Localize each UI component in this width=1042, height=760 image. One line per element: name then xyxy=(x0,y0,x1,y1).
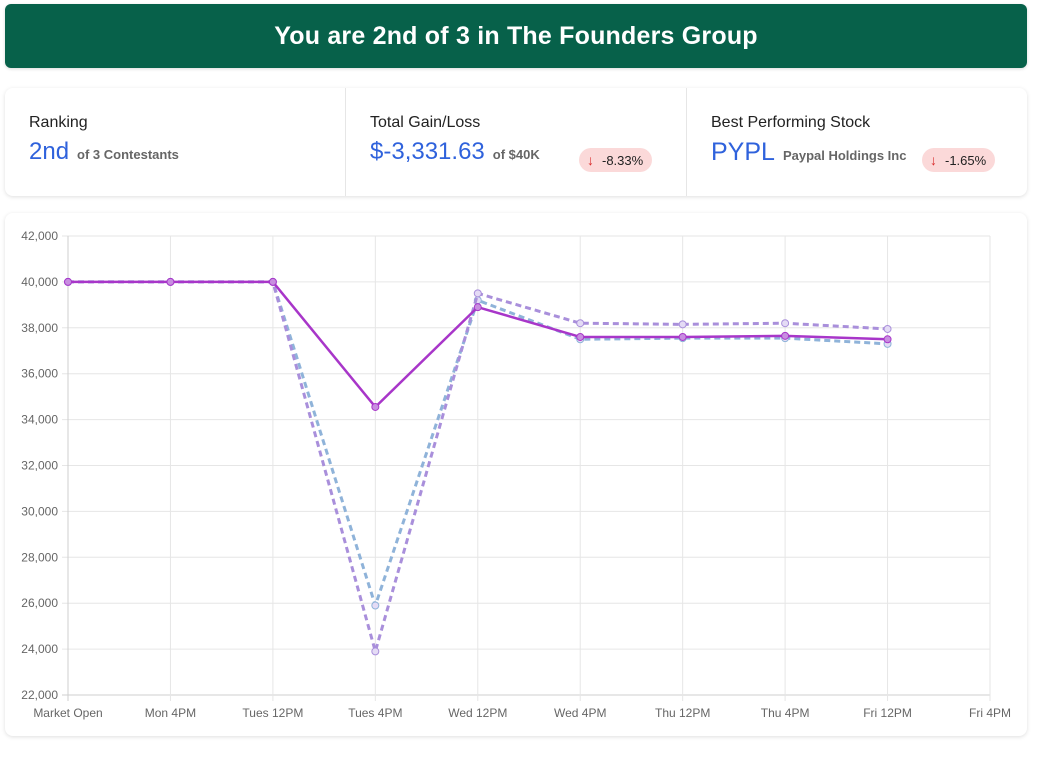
series-point-2 xyxy=(576,319,585,328)
series-point-3 xyxy=(781,331,790,340)
series-point-3 xyxy=(576,332,585,341)
y-tick-label: 42,000 xyxy=(21,229,58,243)
series-point-3 xyxy=(473,303,482,312)
series-point-3 xyxy=(883,335,892,344)
x-tick-label: Thu 12PM xyxy=(655,706,710,720)
y-tick-label: 30,000 xyxy=(21,504,58,518)
x-tick-label: Fri 4PM xyxy=(969,706,1011,720)
series-point-3 xyxy=(64,277,72,286)
y-tick-label: 24,000 xyxy=(21,642,58,656)
x-tick-label: Wed 4PM xyxy=(554,706,606,720)
y-tick-label: 36,000 xyxy=(21,367,58,381)
series-point-3 xyxy=(166,277,175,286)
y-tick-label: 32,000 xyxy=(21,459,58,473)
y-tick-label: 26,000 xyxy=(21,596,58,610)
x-tick-label: Fri 12PM xyxy=(863,706,912,720)
series-point-3 xyxy=(371,402,380,411)
x-tick-label: Mon 4PM xyxy=(145,706,196,720)
x-tick-label: Market Open xyxy=(33,706,102,720)
series-point-2 xyxy=(473,289,482,298)
x-tick-label: Thu 4PM xyxy=(761,706,810,720)
y-tick-label: 22,000 xyxy=(21,688,58,702)
series-point-3 xyxy=(678,332,687,341)
series-point-3 xyxy=(268,277,277,286)
x-tick-label: Wed 12PM xyxy=(448,706,507,720)
series-point-2 xyxy=(678,320,687,329)
y-tick-label: 28,000 xyxy=(21,550,58,564)
chart-card: 42,000 40,000 38,000 36,000 34,000 32,000 30,0… xyxy=(5,213,1027,736)
x-tick-label: Tues 4PM xyxy=(348,706,402,720)
series-point-2 xyxy=(883,324,892,333)
y-tick-label: 38,000 xyxy=(21,321,58,335)
series-point-2 xyxy=(781,319,790,328)
x-tick-label: Tues 12PM xyxy=(242,706,303,720)
y-tick-label: 34,000 xyxy=(21,413,58,427)
series-point-1 xyxy=(371,601,380,610)
y-tick-label: 40,000 xyxy=(21,275,58,289)
portfolio-line-chart: 42,000 40,000 38,000 36,000 34,000 32,000 30,0… xyxy=(21,229,1011,720)
series-point-2 xyxy=(371,647,380,656)
